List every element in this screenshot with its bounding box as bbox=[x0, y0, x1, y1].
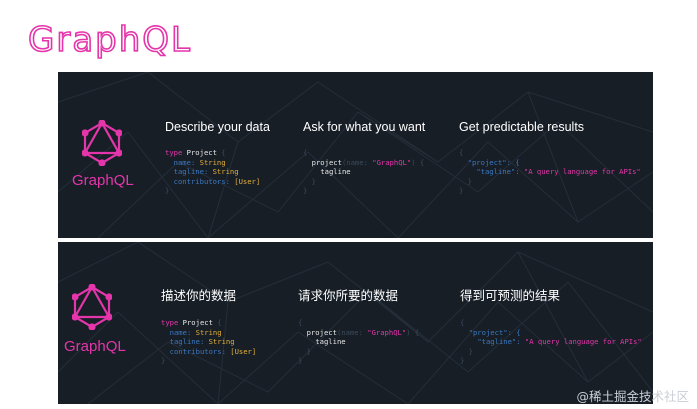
ask-for-column: Ask for what you want { project(name: "G… bbox=[303, 120, 425, 196]
graphql-banner-chinese: GraphQL 描述你的数据 type Project { name: Stri… bbox=[58, 242, 653, 404]
describe-data-column: 描述你的数据 type Project { name: String tagli… bbox=[161, 285, 256, 366]
column-heading: 描述你的数据 bbox=[161, 289, 237, 303]
column-heading: Get predictable results bbox=[459, 120, 585, 134]
predictable-results-column: 得到可预测的结果 { "project": { "tagline": "A qu… bbox=[460, 285, 642, 366]
graphql-banner-english: GraphQL Describe your data type Project … bbox=[58, 72, 653, 238]
logo-text: GraphQL bbox=[64, 338, 126, 355]
page-title: GraphQL bbox=[27, 19, 192, 61]
graphql-logo-icon bbox=[72, 284, 112, 330]
watermark: @稀土掘金技术社区 bbox=[576, 389, 689, 404]
graphql-logo-icon bbox=[82, 120, 122, 166]
predictable-results-column: Get predictable results { "project": { "… bbox=[459, 120, 641, 196]
result-code-block: { "project": { "tagline": "A query langu… bbox=[459, 148, 641, 196]
logo-text: GraphQL bbox=[72, 172, 134, 189]
query-code-block: { project(name: "GraphQL") { tagline } } bbox=[303, 148, 425, 196]
result-code-block: { "project": { "tagline": "A query langu… bbox=[460, 318, 642, 366]
query-code-block: { project(name: "GraphQL") { tagline } } bbox=[298, 318, 420, 366]
column-heading: Describe your data bbox=[165, 120, 270, 134]
column-heading: Ask for what you want bbox=[303, 120, 426, 134]
column-heading: 得到可预测的结果 bbox=[460, 289, 561, 303]
describe-data-column: Describe your data type Project { name: … bbox=[165, 120, 270, 196]
column-heading: 请求你所要的数据 bbox=[298, 289, 399, 303]
schema-code-block: type Project { name: String tagline: Str… bbox=[161, 318, 257, 366]
ask-for-column: 请求你所要的数据 { project(name: "GraphQL") { ta… bbox=[298, 285, 419, 366]
schema-code-block: type Project { name: String tagline: Str… bbox=[165, 148, 261, 196]
